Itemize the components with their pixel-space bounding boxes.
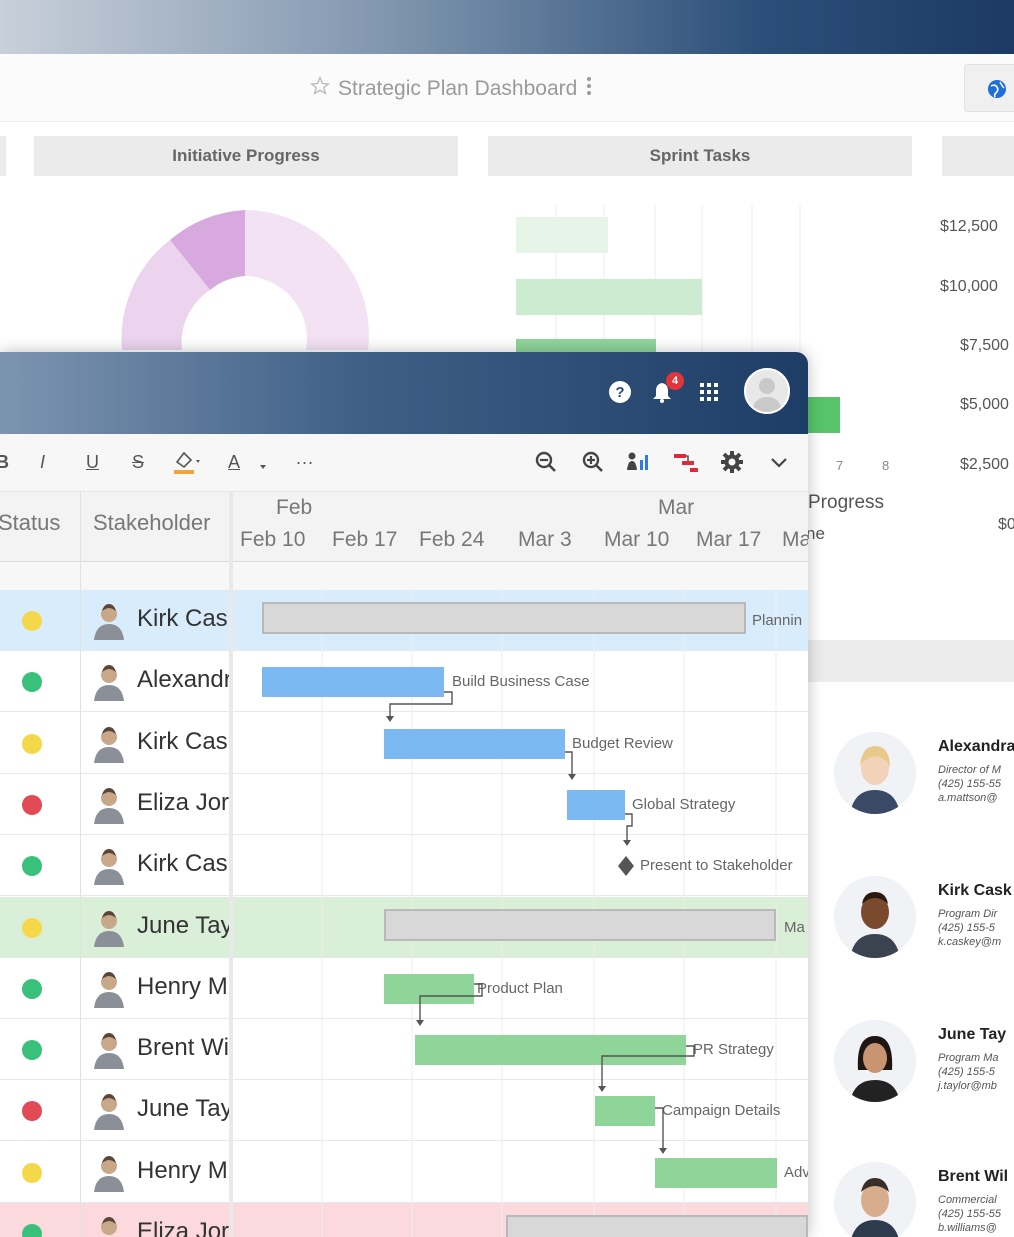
dashboard-top-bar xyxy=(0,0,1014,54)
contact-card[interactable]: June Tay Program Ma (425) 155-5 j.taylor… xyxy=(834,1020,1014,1120)
contact-name: Alexandra xyxy=(938,738,1014,755)
y-tick: $0 xyxy=(998,516,1014,533)
contact-name: Brent Wil xyxy=(938,1168,1009,1185)
contact-phone: (425) 155-5 xyxy=(938,1066,995,1078)
contact-phone: (425) 155-55 xyxy=(938,1208,1001,1220)
contact-photo xyxy=(834,876,916,958)
y-tick: $5,000 xyxy=(960,396,1009,413)
x-tick: 7 xyxy=(836,458,844,473)
dashboard-title: Strategic Plan Dashboard xyxy=(338,77,578,100)
kebab-menu-icon[interactable] xyxy=(585,74,593,104)
y-tick: $2,500 xyxy=(960,456,1009,473)
widget-header-partial xyxy=(942,136,1014,176)
x-axis-label: Progress xyxy=(808,492,885,513)
contact-photo xyxy=(834,1020,916,1102)
dependency-connectors xyxy=(386,691,695,1154)
contact-email: j.taylor@mb xyxy=(938,1080,997,1092)
widget-header-initiative-progress: Initiative Progress xyxy=(34,136,458,176)
contact-photo xyxy=(834,732,916,814)
y-tick: $12,500 xyxy=(940,218,998,235)
contact-name: Kirk Cask xyxy=(938,882,1012,899)
dashboard-title-group: Strategic Plan Dashboard xyxy=(309,74,593,104)
contact-title: Program Ma xyxy=(938,1052,999,1064)
contact-card[interactable]: Alexandra Director of M (425) 155-55 a.m… xyxy=(834,732,1014,832)
contact-title: Commercial xyxy=(938,1194,997,1206)
contacts-header xyxy=(808,640,1014,682)
contact-title: Program Dir xyxy=(938,908,998,920)
globe-icon xyxy=(987,79,1007,104)
contact-card[interactable]: Kirk Cask Program Dir (425) 155-5 k.cask… xyxy=(834,876,1014,976)
partial-label: ne xyxy=(806,524,825,543)
star-icon[interactable] xyxy=(309,75,331,102)
contact-phone: (425) 155-55 xyxy=(938,778,1001,790)
gantt-window: ? 4 B I U S A ... Status Stakeholder Feb… xyxy=(0,352,808,1237)
y-tick: $10,000 xyxy=(940,278,998,295)
contact-title: Director of M xyxy=(938,764,1001,776)
contact-name: June Tay xyxy=(938,1026,1007,1043)
contact-email: k.caskey@m xyxy=(938,936,1002,948)
initiative-donut-chart xyxy=(121,210,369,350)
widget-header-partial xyxy=(0,136,6,176)
contact-card[interactable]: Brent Wil Commercial (425) 155-55 b.will… xyxy=(834,1162,1014,1237)
contact-phone: (425) 155-5 xyxy=(938,922,995,934)
contact-email: a.mattson@ xyxy=(938,792,998,804)
widget-header-sprint-tasks: Sprint Tasks xyxy=(488,136,912,176)
y-tick: $7,500 xyxy=(960,337,1009,354)
contact-email: b.williams@ xyxy=(938,1222,997,1234)
x-tick: 8 xyxy=(882,458,890,473)
contact-photo xyxy=(834,1162,916,1237)
publish-button[interactable] xyxy=(964,64,1014,112)
